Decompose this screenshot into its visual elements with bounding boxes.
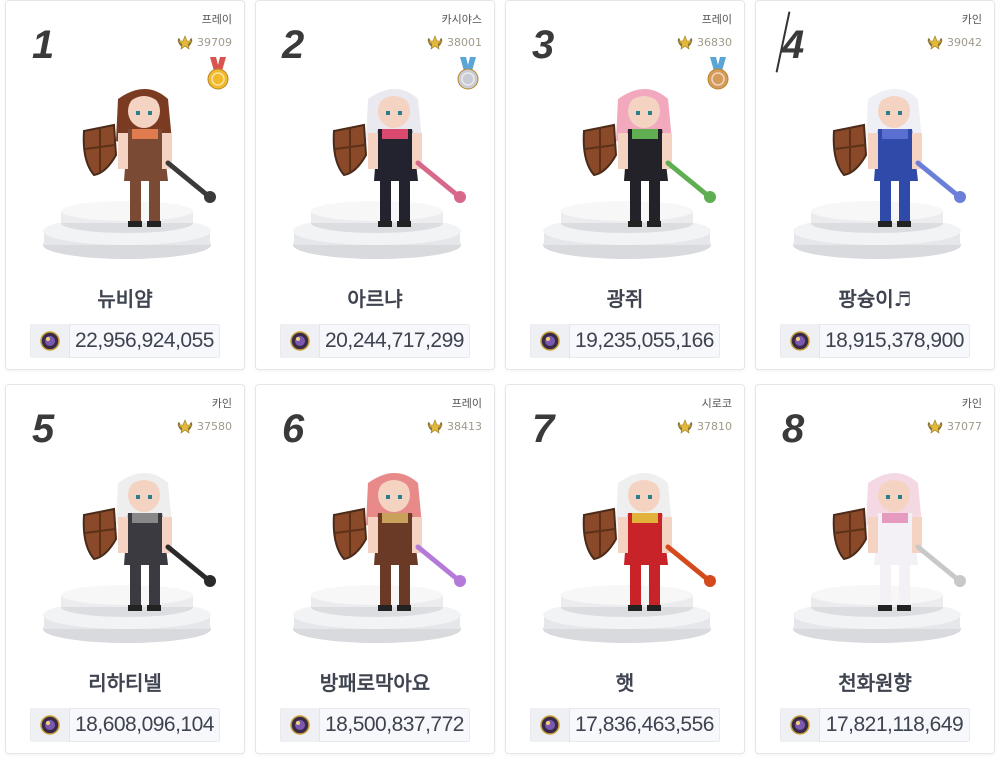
rank-point: 37810 (676, 418, 732, 434)
character-name[interactable]: 천화원향 (756, 667, 994, 696)
character-name[interactable]: 뉴비얌 (6, 283, 244, 312)
laurel-rank-icon (677, 419, 693, 434)
rank-point-value: 38413 (447, 419, 482, 433)
character-avatar (82, 89, 216, 227)
rank-number: 8 (782, 407, 804, 451)
gold-coin-icon (781, 324, 820, 358)
server-name: 프레이 (451, 397, 482, 410)
character-avatar (582, 473, 716, 611)
ranking-card[interactable]: 8 카인 37077 천화원향 17,821,118,649 (755, 384, 995, 754)
laurel-rank-icon (427, 419, 443, 434)
rank-point-value: 37810 (697, 419, 732, 433)
rank-number: 4 (782, 23, 804, 67)
character-name[interactable]: 햇 (506, 667, 744, 696)
rank-number: 2 (282, 23, 304, 67)
gold-coin-icon (31, 324, 70, 358)
rank-number: 5 (32, 407, 54, 451)
gold-value: 18,500,837,772 (325, 713, 464, 736)
rank-number: 3 (532, 23, 554, 67)
rank-number: 6 (282, 407, 304, 451)
character-avatar (582, 89, 716, 227)
gold-amount: 20,244,717,299 (280, 324, 470, 358)
rank-point-value: 39709 (197, 35, 232, 49)
rank-point: 37077 (926, 418, 982, 434)
laurel-rank-icon (927, 419, 943, 434)
gold-amount: 17,821,118,649 (780, 708, 970, 742)
character-avatar (832, 473, 966, 611)
rank-point: 39709 (176, 34, 232, 50)
character-avatar (82, 473, 216, 611)
server-name: 카시야스 (441, 13, 482, 26)
gold-value: 17,821,118,649 (825, 713, 964, 736)
server-name: 카인 (961, 13, 982, 26)
ranking-card[interactable]: 6 프레이 38413 방패로막아요 18,500,837,772 (255, 384, 495, 754)
gold-coin-icon (531, 324, 570, 358)
gold-amount: 19,235,055,166 (530, 324, 720, 358)
server-name: 시로코 (701, 397, 732, 410)
rank-point: 38413 (426, 418, 482, 434)
ranking-card[interactable]: 4 카인 39042 팡슝이♬ 18,915,378,900 (755, 0, 995, 370)
gold-amount: 18,500,837,772 (280, 708, 470, 742)
rank-point-value: 37580 (197, 419, 232, 433)
gold-amount: 18,608,096,104 (30, 708, 220, 742)
character-avatar (332, 473, 466, 611)
rank-point: 38001 (426, 34, 482, 50)
rank-number: 7 (532, 407, 554, 451)
character-name[interactable]: 방패로막아요 (256, 667, 494, 696)
ranking-grid: 1 프레이 39709 뉴비얌 22,956,924,055 2 카시야스 38… (0, 0, 1000, 769)
gold-coin-icon (281, 708, 320, 742)
ranking-card[interactable]: 1 프레이 39709 뉴비얌 22,956,924,055 (5, 0, 245, 370)
ranking-card[interactable]: 5 카인 37580 리하티넬 18,608,096,104 (5, 384, 245, 754)
character-avatar (332, 89, 466, 227)
gold-coin-icon (531, 708, 570, 742)
gold-value: 17,836,463,556 (575, 713, 714, 736)
gold-value: 22,956,924,055 (75, 329, 214, 352)
character-name[interactable]: 아르냐 (256, 283, 494, 312)
laurel-rank-icon (427, 35, 443, 50)
laurel-rank-icon (927, 35, 943, 50)
rank-point-value: 36830 (697, 35, 732, 49)
gold-value: 20,244,717,299 (325, 329, 464, 352)
ranking-card[interactable]: 7 시로코 37810 햇 17,836,463,556 (505, 384, 745, 754)
server-name: 카인 (961, 397, 982, 410)
character-name[interactable]: 팡슝이♬ (756, 283, 994, 312)
rank-point: 39042 (926, 34, 982, 50)
laurel-rank-icon (177, 35, 193, 50)
rank-point: 37580 (176, 418, 232, 434)
character-name[interactable]: 광쥐 (506, 283, 744, 312)
gold-amount: 22,956,924,055 (30, 324, 220, 358)
rank-point-value: 37077 (947, 419, 982, 433)
server-name: 카인 (211, 397, 232, 410)
laurel-rank-icon (677, 35, 693, 50)
character-name[interactable]: 리하티넬 (6, 667, 244, 696)
ranking-card[interactable]: 2 카시야스 38001 아르냐 20,244,717,299 (255, 0, 495, 370)
rank-point: 36830 (676, 34, 732, 50)
rank-point-value: 38001 (447, 35, 482, 49)
gold-value: 19,235,055,166 (575, 329, 714, 352)
character-avatar (832, 89, 966, 227)
laurel-rank-icon (177, 419, 193, 434)
gold-coin-icon (781, 708, 820, 742)
gold-value: 18,608,096,104 (75, 713, 214, 736)
gold-amount: 17,836,463,556 (530, 708, 720, 742)
server-name: 프레이 (701, 13, 732, 26)
gold-amount: 18,915,378,900 (780, 324, 970, 358)
rank-number: 1 (32, 23, 54, 67)
ranking-card[interactable]: 3 프레이 36830 광쥐 19,235,055,166 (505, 0, 745, 370)
server-name: 프레이 (201, 13, 232, 26)
gold-coin-icon (31, 708, 70, 742)
gold-value: 18,915,378,900 (825, 329, 964, 352)
gold-coin-icon (281, 324, 320, 358)
rank-point-value: 39042 (947, 35, 982, 49)
